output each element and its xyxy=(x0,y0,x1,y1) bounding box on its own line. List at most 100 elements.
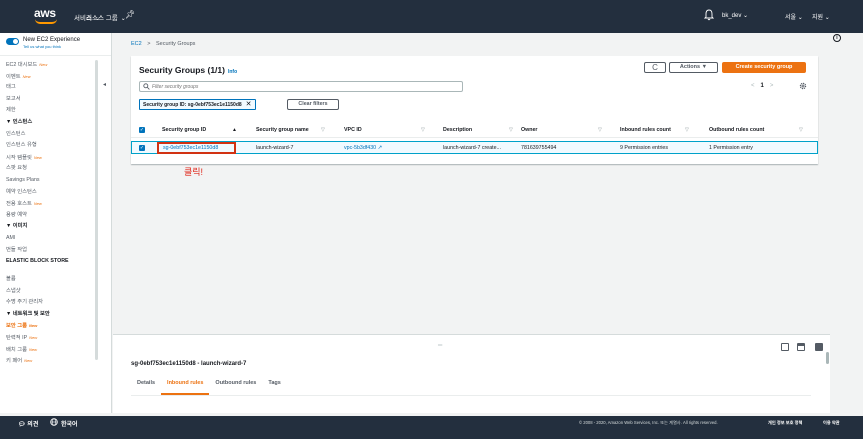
vpc-id-link[interactable]: vpc-5b3df430 ↗ xyxy=(344,145,382,151)
new-badge: New xyxy=(28,346,37,352)
sidebar-item[interactable]: 용량 예약 xyxy=(6,210,96,222)
clear-filters-button[interactable]: Clear filters xyxy=(287,99,339,110)
sidebar-item[interactable]: 수명 주기 관리자 xyxy=(6,297,96,309)
sidebar-section-header[interactable]: ▼ 인스턴스 xyxy=(6,117,96,129)
sidebar-item[interactable]: Savings Plans xyxy=(6,175,96,187)
sidebar-item[interactable]: 예약 인스턴스 xyxy=(6,187,96,199)
split-full-icon[interactable] xyxy=(815,343,823,351)
split-bottom-icon[interactable] xyxy=(781,343,789,351)
sidebar-item-label: AMI xyxy=(6,234,16,241)
column-header-outbound[interactable]: Outbound rules count ▽ xyxy=(709,127,803,133)
next-page-button[interactable]: > xyxy=(770,83,774,89)
sidebar-nav-list: EC2 대시보드 New 이벤트 New 태그 보고서 제한 ▼ 인스턴스 인스턴스 인스턴스 유… xyxy=(6,59,96,367)
close-icon[interactable]: ✕ xyxy=(246,101,252,108)
column-header-description[interactable]: Description ▽ xyxy=(443,127,513,133)
sort-icon: ▽ xyxy=(421,127,425,133)
sidebar-item-label: 볼륨 xyxy=(6,276,16,283)
sidebar-item[interactable]: 보고서 xyxy=(6,94,96,106)
column-header-owner[interactable]: Owner ▽ xyxy=(521,127,602,133)
sidebar-item[interactable]: AMI xyxy=(6,233,96,245)
collapse-sidebar-icon[interactable]: ◂ xyxy=(103,81,106,88)
new-experience-toggle[interactable]: New EC2 Experience Tell us what you thin… xyxy=(6,37,80,49)
aws-logo[interactable]: aws xyxy=(34,6,60,26)
split-scrollbar[interactable] xyxy=(826,352,829,364)
create-security-group-button[interactable]: Create security group xyxy=(722,62,806,73)
tabs-divider xyxy=(131,395,811,396)
sidebar-item-label: 수명 주기 관리자 xyxy=(6,299,44,306)
column-header-name[interactable]: Security group name ▽ xyxy=(256,127,325,133)
sidebar-item[interactable]: 키 페어 New xyxy=(6,355,96,367)
sidebar-item-label: 보안 그룹 xyxy=(6,323,27,330)
sidebar-scrollbar[interactable] xyxy=(95,60,98,360)
feedback-link[interactable]: Tell us what you think xyxy=(23,44,80,49)
privacy-policy-link[interactable]: 개인 정보 보호 정책 xyxy=(768,420,802,426)
new-badge: New xyxy=(24,358,33,364)
new-badge: New xyxy=(28,323,38,329)
sidebar-item[interactable]: 보안 그룹 New xyxy=(6,320,96,332)
sidebar-item[interactable]: 스팟 요청 xyxy=(6,163,96,175)
tab-outbound-rules[interactable]: Outbound rules xyxy=(209,375,262,395)
refresh-button[interactable]: C xyxy=(644,62,666,73)
globe-icon xyxy=(50,418,58,426)
sidebar-item[interactable]: 탄력적 IP New xyxy=(6,332,96,344)
info-icon[interactable]: i xyxy=(833,34,841,42)
sidebar-section-header[interactable]: ▼ 네트워크 및 보안 xyxy=(6,309,96,321)
info-link[interactable]: Info xyxy=(228,69,237,75)
sidebar-item[interactable]: 태그 xyxy=(6,82,96,94)
sidebar-item[interactable]: 제한 xyxy=(6,105,96,117)
sidebar-item[interactable]: 번들 작업 xyxy=(6,245,96,257)
support-menu[interactable]: 지원 ⌄ xyxy=(812,12,830,21)
search-input[interactable] xyxy=(152,83,452,91)
sort-icon: ▽ xyxy=(799,127,803,133)
tab-tags[interactable]: Tags xyxy=(262,375,286,395)
sidebar-item[interactable]: 시작 템플릿 New xyxy=(6,152,96,164)
terms-link[interactable]: 이용 약관 xyxy=(823,420,840,426)
language-selector[interactable]: 한국어 xyxy=(61,419,78,428)
bell-icon[interactable] xyxy=(704,9,714,21)
sidebar-item-label: 시작 템플릿 xyxy=(6,154,32,161)
actions-button[interactable]: Actions ▼ xyxy=(669,62,718,73)
sidebar-section-header[interactable]: ▼ 이미지 xyxy=(6,221,96,233)
prev-page-button[interactable]: < xyxy=(751,83,755,89)
page-number[interactable]: 1 xyxy=(761,83,764,89)
column-header-vpc-id[interactable]: VPC ID ▽ xyxy=(344,127,425,133)
chevron-down-icon: ⌄ xyxy=(743,13,749,19)
sidebar-item-label: ELASTIC BLOCK STORE xyxy=(6,258,69,265)
sidebar-section-header[interactable]: ELASTIC BLOCK STORE xyxy=(6,256,96,274)
new-badge: New xyxy=(33,154,42,160)
feedback-button[interactable]: 💬︎ 의견 xyxy=(18,419,38,428)
sidebar-item-label: 이벤트 xyxy=(6,73,21,80)
outbound-rules-count: 1 Permission entry xyxy=(709,145,753,151)
column-header-inbound[interactable]: Inbound rules count ▽ xyxy=(620,127,689,133)
resource-groups-menu[interactable]: 리소스 그룹 ⌄ xyxy=(86,12,126,22)
split-side-icon[interactable] xyxy=(797,343,805,351)
region-menu[interactable]: 서울 ⌄ xyxy=(785,12,803,21)
sidebar-item[interactable]: 배치 그룹 New xyxy=(6,344,96,356)
sidebar-item[interactable]: 스냅샷 xyxy=(6,286,96,298)
sidebar-item[interactable]: 전용 호스트 New xyxy=(6,198,96,210)
row-checkbox[interactable]: ✓ xyxy=(139,145,145,151)
gear-icon[interactable] xyxy=(799,82,807,90)
inbound-rules-count: 9 Permission entries xyxy=(620,145,668,151)
sidebar-item[interactable]: 볼륨 xyxy=(6,274,96,286)
sidebar-item[interactable]: 인스턴스 유형 xyxy=(6,140,96,152)
breadcrumb-ec2[interactable]: EC2 xyxy=(131,41,142,47)
resize-handle[interactable]: ═ xyxy=(438,343,442,349)
select-all-checkbox[interactable]: ✓ xyxy=(139,127,145,133)
sidebar-item[interactable]: 인스턴스 xyxy=(6,129,96,141)
tab-details[interactable]: Details xyxy=(131,375,161,395)
security-groups-panel: Security Groups (1/1) Info C Actions ▼ Cr… xyxy=(131,56,818,164)
sort-icon: ▽ xyxy=(321,127,325,133)
column-header-security-group-id[interactable]: Security group ID ▲ xyxy=(162,127,237,133)
user-menu[interactable]: bk_dev ⌄ xyxy=(722,12,748,19)
toggle-switch[interactable] xyxy=(6,38,19,45)
tab-inbound-rules[interactable]: Inbound rules xyxy=(161,375,210,395)
copyright-text: © 2008 - 2020, Amazon Web Services, Inc.… xyxy=(579,420,718,425)
sidebar-item[interactable]: EC2 대시보드 New xyxy=(6,59,96,71)
sidebar: New EC2 Experience Tell us what you thin… xyxy=(0,33,112,413)
search-box[interactable] xyxy=(139,81,463,92)
sort-icon: ▽ xyxy=(598,127,602,133)
pin-icon[interactable]: 📌︎ xyxy=(125,10,135,19)
sidebar-item[interactable]: 이벤트 New xyxy=(6,71,96,83)
sidebar-item-label: 키 페어 xyxy=(6,358,23,365)
